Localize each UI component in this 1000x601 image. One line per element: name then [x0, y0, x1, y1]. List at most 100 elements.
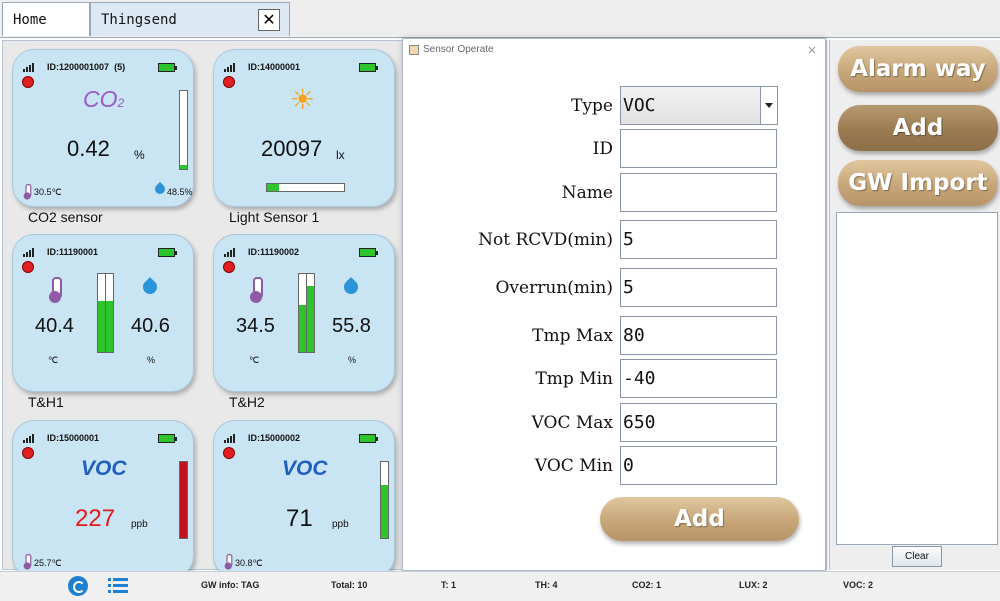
sensor-card-light[interactable]: ID:14000001 ☀ 20097 lx [213, 49, 395, 207]
alarm-dot-icon [22, 76, 34, 88]
alarm-dot-icon [223, 447, 235, 459]
device-id: ID:1200001007 (5) [47, 62, 126, 72]
status-bar: GW info: TAG Total: 10 T: 1 TH: 4 CO2: 1… [0, 571, 1000, 601]
clear-button[interactable]: Clear [892, 546, 942, 567]
field-overrun: Overrun(min) 5 [403, 268, 827, 308]
voc2-unit: ppb [332, 519, 349, 530]
field-voc-min: VOC Min 0 [403, 446, 827, 486]
status-th: TH: 4 [535, 580, 558, 590]
sensor-caption-light: Light Sensor 1 [229, 209, 320, 225]
th1-hum-value: 40.6 [131, 315, 170, 337]
tmp-max-label: Tmp Max [532, 326, 613, 346]
voc1-unit: ppb [131, 519, 148, 530]
thermometer-icon [249, 277, 263, 303]
voc-max-label: VOC Max [531, 413, 613, 433]
alarm-way-button[interactable]: Alarm way [838, 46, 998, 92]
chevron-down-icon[interactable] [760, 87, 777, 124]
battery-icon [158, 248, 177, 257]
overrun-label: Overrun(min) [495, 278, 613, 298]
type-select[interactable]: VOC [620, 86, 778, 125]
dialog-close-icon[interactable]: × [807, 43, 817, 57]
th2-temp-unit: ℃ [249, 355, 260, 365]
dialog-title: Sensor Operate [423, 44, 494, 55]
message-list[interactable] [836, 212, 998, 545]
voc1-title: VOC [81, 457, 127, 480]
voc1-value: 227 [75, 505, 116, 532]
status-co2: CO2: 1 [632, 580, 662, 590]
tab-bar: Home Thingsend ✕ [0, 0, 1000, 38]
add-button[interactable]: Add [838, 105, 998, 151]
sensor-caption-co2: CO2 sensor [28, 209, 103, 225]
not-rcvd-label: Not RCVD(min) [478, 230, 613, 250]
humidity-icon [341, 277, 361, 297]
dialog-add-button[interactable]: Add [600, 497, 799, 541]
type-label: Type [571, 96, 613, 116]
list-icon[interactable] [108, 577, 128, 595]
th2-hum-value: 55.8 [332, 315, 371, 337]
status-t: T: 1 [441, 580, 457, 590]
sensor-card-co2[interactable]: ID:1200001007 (5) CO2 0.42 % 30.5℃ 48.5% [12, 49, 194, 207]
voc2-temp: 30.8℃ [235, 558, 263, 568]
id-input[interactable] [620, 129, 777, 168]
voc-max-input[interactable]: 650 [620, 403, 777, 442]
voc-min-input[interactable]: 0 [620, 446, 777, 485]
sensor-card-voc2[interactable]: ID:15000002 VOC 71 ppb 30.8℃ [213, 420, 395, 578]
signal-icon [23, 62, 39, 72]
battery-icon [359, 63, 378, 72]
light-unit: lx [336, 148, 345, 162]
gw-import-button[interactable]: GW Import [838, 160, 998, 206]
voc2-level-bar [380, 461, 389, 539]
signal-icon [23, 433, 39, 443]
co2-hum: 48.5% [167, 187, 193, 197]
signal-icon [224, 62, 240, 72]
th2-hum-unit: % [348, 355, 357, 365]
device-id: ID:15000002 [248, 433, 301, 443]
co2-title: CO2 [83, 86, 125, 112]
sensor-caption-th2: T&H2 [229, 394, 265, 410]
voc1-temp: 25.7℃ [34, 558, 62, 568]
field-id: ID [403, 129, 827, 169]
th2-temp-value: 34.5 [236, 315, 275, 337]
alarm-dot-icon [223, 76, 235, 88]
thermometer-icon [23, 184, 32, 200]
humidity-icon [152, 181, 168, 197]
name-label: Name [561, 183, 613, 203]
sensor-card-th2[interactable]: ID:11190002 34.5 55.8 ℃ % [213, 234, 395, 392]
refresh-icon[interactable] [68, 576, 88, 596]
tab-close-icon[interactable]: ✕ [258, 9, 280, 31]
tmp-min-input[interactable]: -40 [620, 359, 777, 398]
status-gw: GW info: TAG [201, 580, 260, 590]
voc2-title: VOC [282, 457, 328, 480]
battery-icon [158, 63, 177, 72]
voc-min-label: VOC Min [534, 456, 613, 476]
not-rcvd-input[interactable]: 5 [620, 220, 777, 259]
sensor-card-th1[interactable]: ID:11190001 40.4 40.6 ℃ % [12, 234, 194, 392]
device-id: ID:15000001 [47, 433, 100, 443]
status-voc: VOC: 2 [843, 580, 874, 590]
battery-icon [158, 434, 177, 443]
co2-value: 0.42 [67, 136, 110, 161]
signal-icon [23, 247, 39, 257]
th1-hum-unit: % [147, 355, 156, 365]
sensor-card-voc1[interactable]: ID:15000001 VOC 227 ppb 25.7℃ [12, 420, 194, 578]
battery-icon [359, 434, 378, 443]
field-tmp-max: Tmp Max 80 [403, 316, 827, 356]
device-id: ID:11190002 [248, 247, 300, 257]
signal-icon [224, 247, 240, 257]
alarm-dot-icon [22, 447, 34, 459]
overrun-input[interactable]: 5 [620, 268, 777, 307]
light-level-bar [266, 183, 345, 192]
name-input[interactable] [620, 173, 777, 212]
co2-unit: % [134, 148, 145, 162]
field-voc-max: VOC Max 650 [403, 403, 827, 443]
field-type: Type VOC [403, 86, 827, 126]
tmp-min-label: Tmp Min [535, 369, 613, 389]
co2-level-bar [179, 90, 188, 170]
status-total: Total: 10 [331, 580, 368, 590]
thermometer-icon [48, 277, 62, 303]
battery-icon [359, 248, 378, 257]
tab-home[interactable]: Home [2, 2, 90, 36]
tmp-max-input[interactable]: 80 [620, 316, 777, 355]
field-name: Name [403, 173, 827, 213]
th1-hum-bar [105, 273, 114, 353]
